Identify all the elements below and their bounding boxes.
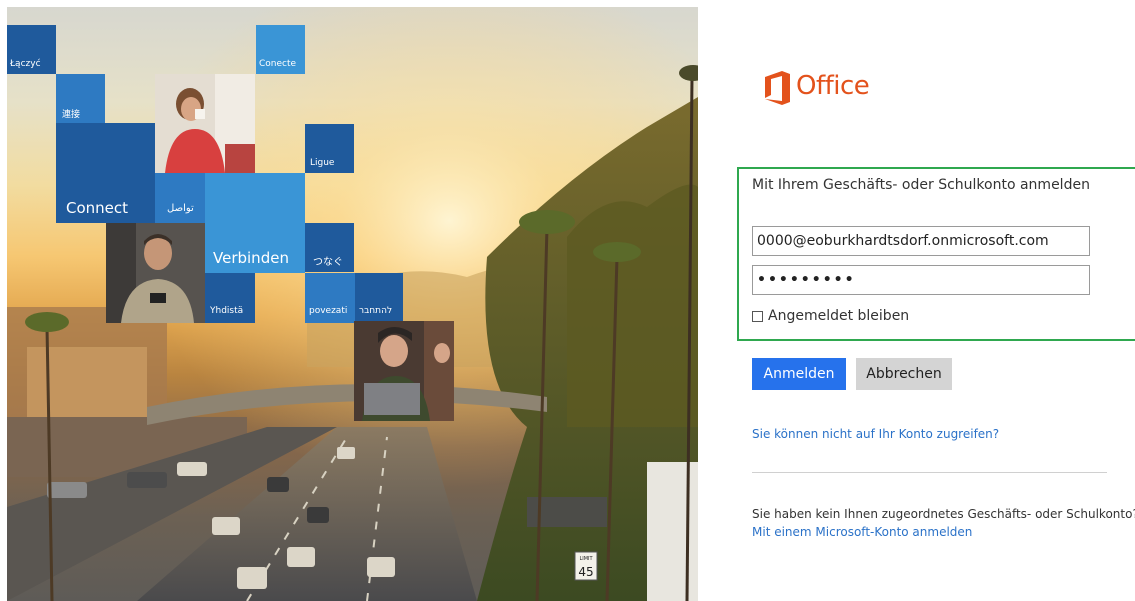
tile-word-laczyc: Łączyć (10, 59, 41, 69)
tile-hebrew: להתחבר (355, 273, 403, 323)
tile-word-arabic: تواصل (167, 203, 194, 214)
tile-connect: Connect (56, 123, 155, 223)
photo-man-laptop (354, 321, 454, 421)
signin-button[interactable]: Anmelden (752, 358, 846, 390)
tile-word-verbinden: Verbinden (213, 249, 289, 267)
tile-word-yhdista: Yhdistä (210, 306, 244, 316)
tile-conecte: Conecte (256, 25, 305, 74)
signin-title: Mit Ihrem Geschäfts- oder Schulkonto anm… (752, 177, 1090, 193)
tile-arabic: تواصل (155, 173, 205, 223)
office-logo-text: Office (796, 71, 870, 101)
tile-laczyc: Łączyć (7, 25, 56, 74)
tile-word-povezati: povezati (309, 306, 348, 316)
email-field[interactable] (752, 226, 1090, 256)
password-field[interactable] (752, 265, 1090, 295)
cancel-button[interactable]: Abbrechen (856, 358, 952, 390)
photo-woman-drinking (155, 74, 255, 173)
checkbox-icon[interactable] (752, 310, 763, 322)
keep-signed-in-label: Angemeldet bleiben (768, 308, 910, 324)
speed-limit-value: 45 (578, 565, 593, 579)
tile-word-tsunagu: つなぐ (313, 257, 343, 268)
tile-word-conecte: Conecte (259, 59, 297, 69)
photo-man-phone (106, 223, 205, 323)
tile-povezati: povezati (305, 273, 355, 323)
keep-signed-in-checkbox[interactable]: Angemeldet bleiben (752, 306, 909, 326)
tile-lianjie: 連接 (56, 74, 105, 123)
tile-ligue: Ligue (305, 124, 354, 173)
divider (752, 472, 1107, 473)
no-account-text: Sie haben kein Ihnen zugeordnetes Geschä… (752, 507, 1135, 521)
tile-yhdista: Yhdistä (205, 273, 255, 323)
tile-word-ligue: Ligue (310, 158, 335, 168)
hero-image: LIMIT 45 Łączyć 連接 Conecte Ligue Connect… (7, 7, 698, 601)
tile-word-connect: Connect (66, 199, 129, 217)
cant-access-account-link[interactable]: Sie können nicht auf Ihr Konto zugreifen… (752, 427, 999, 441)
tile-tsunagu: つなぐ (305, 223, 354, 272)
speed-limit-top: LIMIT (579, 556, 593, 562)
tile-verbinden: Verbinden (205, 173, 305, 273)
tile-word-hebrew: להתחבר (359, 306, 393, 316)
tile-word-lianjie: 連接 (62, 110, 81, 120)
microsoft-account-link[interactable]: Mit einem Microsoft-Konto anmelden (752, 525, 972, 539)
